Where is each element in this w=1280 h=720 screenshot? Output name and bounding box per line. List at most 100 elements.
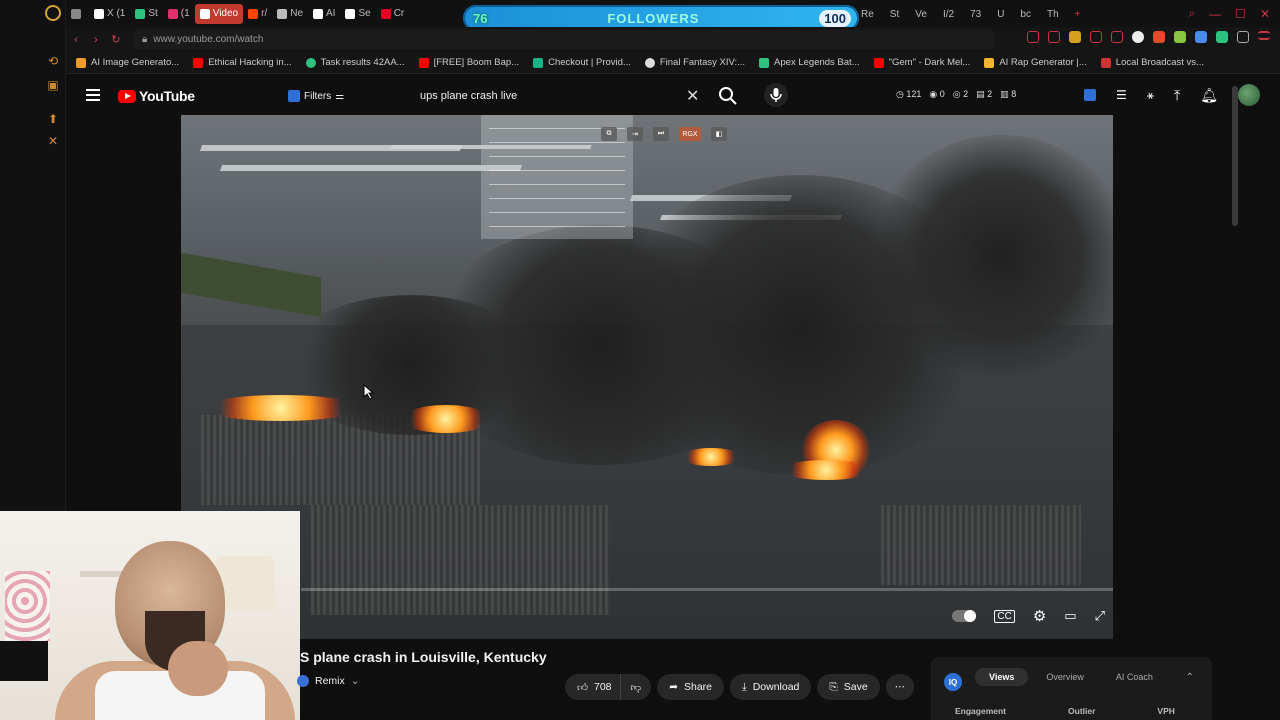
- theater-mode-icon[interactable]: ▭: [1064, 608, 1076, 624]
- like-button[interactable]: 👍︎ 708: [565, 674, 620, 700]
- extension-icon[interactable]: [1132, 31, 1144, 43]
- video-player[interactable]: ⧉ ⇥ ⏭ RGX ◧ CC ⚙ ▭ ⤢: [181, 115, 1113, 639]
- address-bar[interactable]: 🔒︎ www.youtube.com/watch: [134, 30, 994, 49]
- tab-views[interactable]: Views: [975, 668, 1029, 686]
- overlay-menu-item[interactable]: [489, 184, 625, 185]
- overlay-menu-item[interactable]: [489, 198, 625, 199]
- browser-tab[interactable]: r/: [243, 4, 272, 24]
- browser-tab[interactable]: I/2: [938, 4, 959, 24]
- browser-tab[interactable]: Th: [1042, 4, 1064, 24]
- browser-tab[interactable]: (1: [163, 4, 195, 24]
- bookmark-item[interactable]: Local Broadcast vs...: [1100, 57, 1204, 68]
- browser-tab[interactable]: 73: [965, 4, 986, 24]
- maximize-icon[interactable]: ☐: [1235, 7, 1246, 21]
- search-tabs-icon[interactable]: ⌕: [1188, 6, 1195, 21]
- autoplay-toggle[interactable]: [952, 610, 977, 622]
- bookmark-item[interactable]: [FREE] Boom Bap...: [418, 57, 519, 68]
- browser-tab[interactable]: Ve: [910, 4, 932, 24]
- bookmark-item[interactable]: AI Rap Generator |...: [984, 57, 1087, 68]
- bookmark-item[interactable]: Ethical Hacking in...: [193, 57, 292, 68]
- tab-overview[interactable]: Overview: [1032, 668, 1098, 686]
- sidebar-icon[interactable]: ◧: [711, 127, 727, 141]
- upload-icon[interactable]: ⤒: [1174, 87, 1180, 104]
- tab-ai-coach[interactable]: AI Coach: [1102, 668, 1167, 686]
- browser-tab[interactable]: AI: [308, 4, 340, 24]
- extension-icon[interactable]: [1174, 31, 1186, 43]
- channel-avatar: [297, 675, 309, 687]
- search-icon[interactable]: [716, 84, 740, 108]
- extension-icon[interactable]: [1195, 31, 1207, 43]
- browser-tab-active[interactable]: Video: [194, 3, 244, 24]
- download-button[interactable]: ⤓ Download: [730, 674, 812, 700]
- overlay-menu-item[interactable]: [489, 156, 625, 157]
- microphone-icon[interactable]: [764, 83, 788, 107]
- page-scrollbar[interactable]: [1232, 86, 1238, 226]
- video-progress-bar[interactable]: [301, 588, 1113, 591]
- dislike-button[interactable]: 👎︎: [619, 674, 652, 700]
- minimize-icon[interactable]: —: [1209, 7, 1221, 21]
- heart-icon[interactable]: [1111, 31, 1123, 43]
- extension-blue-icon[interactable]: [1084, 89, 1097, 101]
- filters-button[interactable]: Filters ⚌: [288, 86, 344, 106]
- collapse-chevron-icon[interactable]: ⌃: [1186, 672, 1194, 683]
- browser-tab[interactable]: Ne: [272, 4, 308, 24]
- menu-icon[interactable]: [1258, 31, 1270, 40]
- opera-logo-icon[interactable]: [45, 5, 61, 21]
- share-button[interactable]: ➦ Share: [657, 674, 725, 700]
- browser-tab[interactable]: U: [992, 4, 1009, 24]
- subtitles-icon[interactable]: CC: [994, 609, 1015, 623]
- browser-tab[interactable]: bc: [1015, 4, 1036, 24]
- puzzle-icon[interactable]: [1237, 31, 1249, 43]
- forward-icon[interactable]: ›: [86, 34, 106, 46]
- bookmark-item[interactable]: Task results 42AA...: [305, 57, 405, 68]
- pin-icon[interactable]: ⬆: [46, 112, 60, 126]
- skip-next-icon[interactable]: ⏭: [653, 127, 669, 141]
- account-avatar[interactable]: [1238, 84, 1260, 106]
- close-window-icon[interactable]: ✕: [1260, 7, 1270, 21]
- settings-gear-icon[interactable]: ⚙: [1033, 607, 1046, 625]
- list-icon[interactable]: ☰: [1116, 88, 1127, 102]
- browser-tab[interactable]: St: [130, 4, 162, 24]
- overlay-menu-item[interactable]: [489, 170, 625, 171]
- overlay-menu-item[interactable]: [489, 142, 625, 143]
- bookmark-item[interactable]: Final Fantasy XIV:...: [644, 57, 745, 68]
- guide-menu-icon[interactable]: [86, 89, 100, 101]
- browser-tab[interactable]: St: [885, 4, 904, 24]
- play-icon[interactable]: [1090, 31, 1102, 43]
- tab-favicon-icon: [380, 8, 391, 19]
- notifications-bell-icon[interactable]: 🔔︎: [1200, 87, 1218, 104]
- vpn-shield-icon[interactable]: [1069, 31, 1081, 43]
- browser-tab[interactable]: Se: [340, 4, 375, 24]
- bookmark-item[interactable]: Apex Legends Bat...: [759, 57, 860, 68]
- rgx-button[interactable]: RGX: [679, 127, 701, 141]
- extension-icon[interactable]: [1216, 31, 1228, 43]
- screenshot-icon[interactable]: [1048, 31, 1060, 43]
- overlay-menu-item[interactable]: [489, 212, 625, 213]
- bookmark-icon[interactable]: [1027, 31, 1039, 43]
- x-icon[interactable]: ✕: [46, 134, 60, 148]
- new-tab-button[interactable]: +: [1070, 4, 1086, 24]
- more-actions-button[interactable]: ⋯: [885, 674, 915, 700]
- browser-tab[interactable]: Re: [856, 4, 879, 24]
- bookmark-item[interactable]: Checkout | Provid...: [533, 57, 631, 68]
- youtube-logo[interactable]: YouTube: [118, 88, 195, 104]
- fullscreen-icon[interactable]: ⤢: [1095, 608, 1105, 624]
- wallet-icon[interactable]: ▣: [46, 78, 60, 92]
- browser-tab[interactable]: [66, 4, 89, 24]
- copy-icon[interactable]: ⧉: [601, 127, 617, 141]
- history-icon[interactable]: ⟲: [46, 54, 60, 68]
- overlay-menu-item[interactable]: [489, 226, 625, 227]
- save-button[interactable]: ⎘ Save: [817, 674, 880, 700]
- translate-icon[interactable]: ⚹: [1147, 88, 1154, 103]
- bookmark-item[interactable]: "Gem" - Dark Mel...: [873, 57, 970, 68]
- bookmark-item[interactable]: AI Image Generato...: [76, 57, 179, 68]
- search-input[interactable]: ups plane crash live: [410, 83, 710, 109]
- remix-button[interactable]: Remix ⌄: [297, 675, 360, 687]
- clear-search-icon[interactable]: ✕: [686, 86, 699, 106]
- browser-tab[interactable]: X (1: [89, 4, 130, 24]
- back-icon[interactable]: ‹: [66, 34, 86, 46]
- reload-icon[interactable]: ↻: [106, 33, 126, 46]
- extension-icon[interactable]: [1153, 31, 1165, 43]
- browser-tab[interactable]: Cr: [376, 4, 410, 24]
- exit-icon[interactable]: ⇥: [627, 127, 643, 141]
